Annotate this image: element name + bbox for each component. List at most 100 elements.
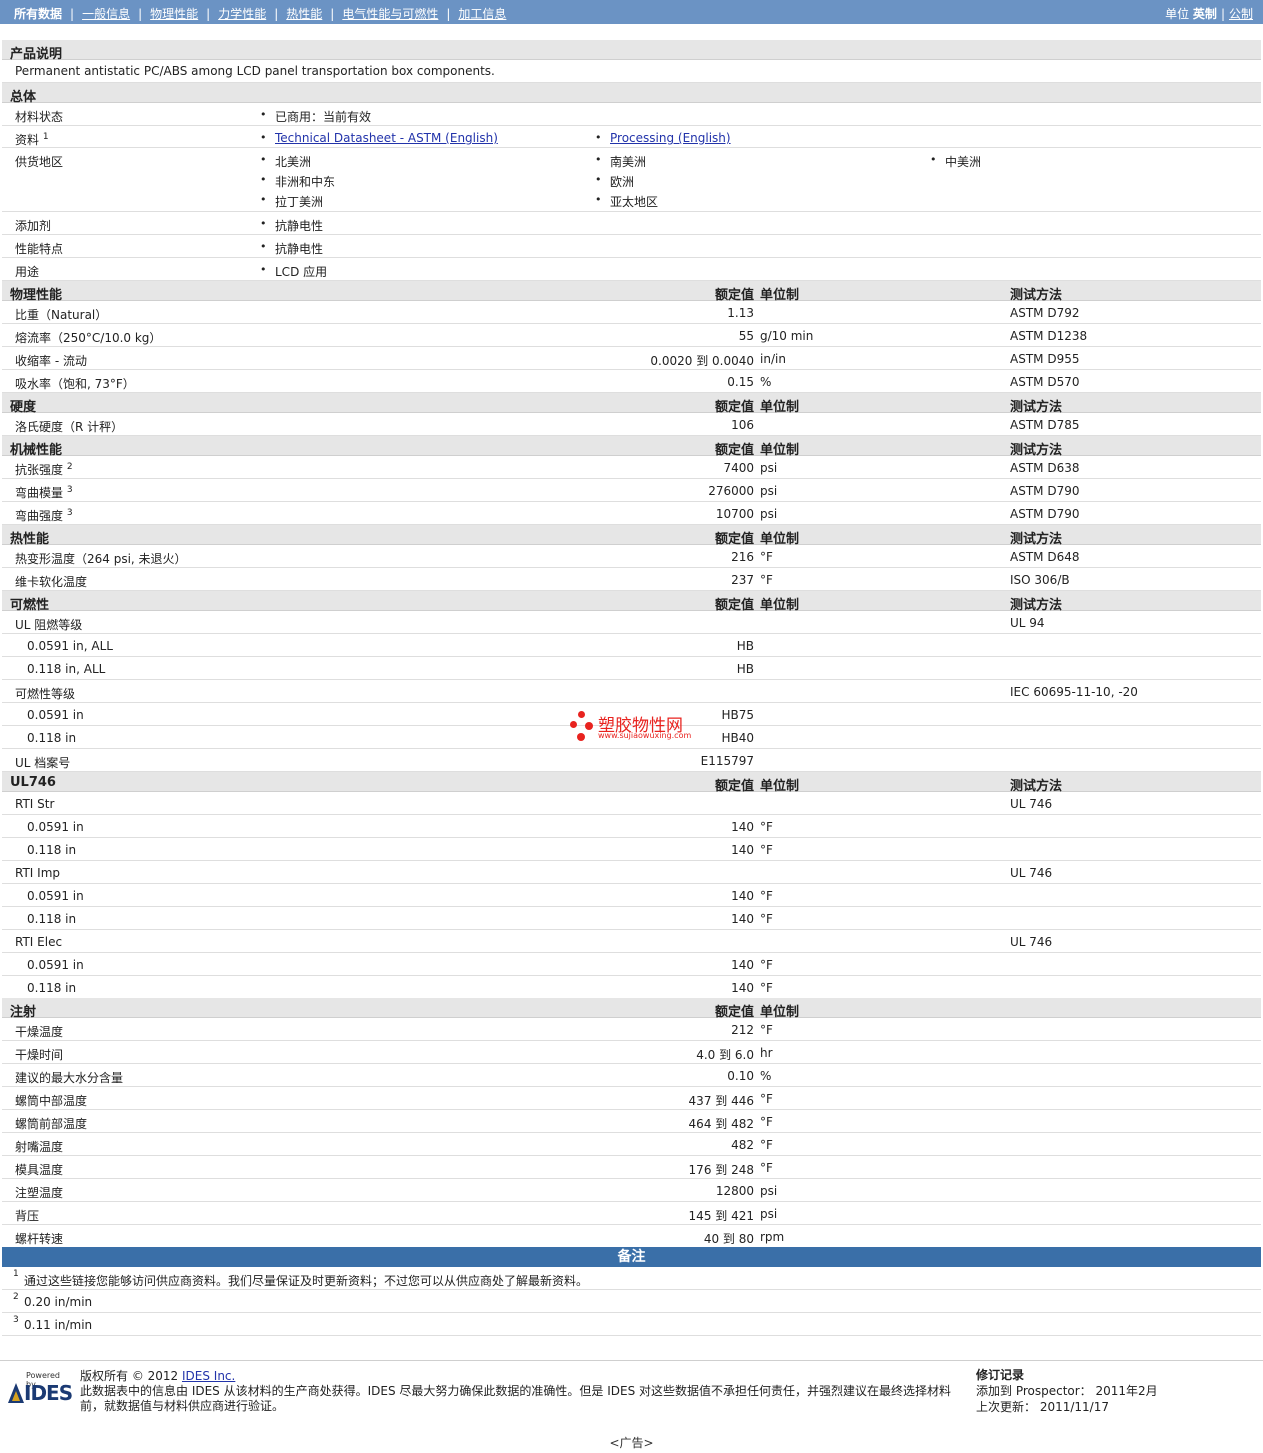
general-row-additive: 添加剂 抗静电性: [2, 212, 1261, 235]
doc-link-processing[interactable]: Processing (English): [595, 131, 731, 145]
note-number: 1: [13, 1269, 19, 1279]
property-row: RTI Str UL 746: [2, 792, 1261, 815]
tab-general-info[interactable]: 一般信息: [82, 7, 130, 21]
property-row: 弯曲模量 3 276000 psi ASTM D790: [2, 479, 1261, 502]
property-unit: psi: [760, 1207, 778, 1221]
property-label: 吸水率（饱和, 73°F）: [15, 377, 135, 391]
property-row: 比重（Natural） 1.13 ASTM D792: [2, 301, 1261, 324]
tab-processing[interactable]: 加工信息: [458, 7, 506, 21]
general-row-status: 材料状态 已商用：当前有效: [2, 103, 1261, 126]
row-label: 材料状态: [15, 110, 64, 124]
property-row: 0.118 in, ALL HB: [2, 657, 1261, 680]
region-item: 拉丁美洲: [260, 193, 323, 210]
region-item: 南美洲: [595, 153, 646, 170]
top-nav-bar: 所有数据 | 一般信息 | 物理性能 | 力学性能 | 热性能 | 电气性能与可燃性 | 加工信息 单位…: [0, 0, 1263, 24]
property-unit: °F: [760, 1161, 773, 1175]
additive-value: 抗静电性: [260, 217, 323, 234]
property-unit: in/in: [760, 352, 786, 366]
property-test-method: ASTM D955: [1010, 352, 1080, 366]
property-label: RTI Str: [15, 797, 55, 811]
property-value: 176 到 248: [688, 1163, 754, 1177]
tab-electrical[interactable]: 电气性能与可燃性: [342, 7, 438, 21]
product-description-row: Permanent antistatic PC/ABS among LCD pa…: [2, 60, 1261, 83]
property-value: 140: [731, 912, 754, 926]
property-label: 收缩率 - 流动: [15, 354, 87, 368]
property-label: 0.0591 in: [27, 889, 84, 903]
ad-placeholder: <广告>: [609, 1436, 654, 1450]
note-number: 2: [13, 1292, 19, 1302]
property-label: 0.0591 in, ALL: [27, 639, 113, 653]
property-row: 0.0591 in 140 °F: [2, 953, 1261, 976]
property-value: 12800: [715, 1184, 754, 1198]
note-item: 3 0.11 in/min: [2, 1313, 1261, 1336]
tab-thermal[interactable]: 热性能: [286, 7, 322, 21]
property-row: 螺筒前部温度 464 到 482 °F: [2, 1110, 1261, 1133]
company-link[interactable]: IDES Inc.: [182, 1369, 235, 1383]
property-value: 437 到 446: [688, 1094, 754, 1108]
units-label: 单位: [1165, 7, 1190, 21]
property-label: 0.118 in: [27, 843, 77, 857]
property-label: 比重（Natural）: [15, 308, 108, 322]
property-label: 0.118 in, ALL: [27, 662, 106, 676]
property-label: 背压: [15, 1209, 40, 1223]
notes-header: 备注: [2, 1247, 1261, 1267]
watermark-dot: [578, 711, 585, 718]
property-unit: °F: [760, 573, 773, 587]
property-label: 螺筒前部温度: [15, 1117, 88, 1131]
unit-metric-link[interactable]: 公制: [1229, 7, 1253, 21]
property-label: RTI Imp: [15, 866, 60, 880]
property-label: 螺筒中部温度: [15, 1094, 88, 1108]
property-row: 洛氏硬度（R 计秤） 106 ASTM D785: [2, 413, 1261, 436]
property-value: 0.10: [727, 1069, 754, 1083]
property-value: HB40: [721, 731, 754, 745]
property-test-method: UL 746: [1010, 935, 1053, 949]
property-row: 0.118 in 140 °F: [2, 976, 1261, 999]
property-row: 可燃性等级 IEC 60695-11-10, -20: [2, 680, 1261, 703]
property-value: 55: [738, 329, 754, 343]
revision-added: 添加到 Prospector： 2011年2月: [976, 1384, 1158, 1398]
section-header-injection: 注射 额定值 单位制: [2, 998, 1261, 1020]
property-value: 140: [731, 981, 754, 995]
row-label: 用途: [15, 265, 40, 279]
property-unit: %: [760, 1069, 772, 1083]
property-row: 吸水率（饱和, 73°F） 0.15% ASTM D570: [2, 370, 1261, 393]
property-row: 0.0591 in 140 °F: [2, 815, 1261, 838]
property-row: UL 档案号 E115797: [2, 749, 1261, 772]
revision-title: 修订记录: [976, 1368, 1025, 1382]
site-watermark: 塑胶物性网 www.sujiaowuxing.com: [568, 709, 708, 745]
tab-mechanical[interactable]: 力学性能: [218, 7, 266, 21]
doc-link-datasheet[interactable]: Technical Datasheet - ASTM (English): [260, 131, 498, 145]
copyright-block: 版权所有 © 2012 IDES Inc. 此数据表中的信息由 IDES 从该材…: [80, 1369, 960, 1414]
property-value: 276000: [708, 484, 754, 498]
property-row: 干燥时间 4.0 到 6.0 hr: [2, 1041, 1261, 1064]
watermark-url: www.sujiaowuxing.com: [598, 731, 692, 740]
property-row: UL 阻燃等级 UL 94: [2, 611, 1261, 634]
property-label: 弯曲强度 3: [15, 508, 73, 523]
property-row: 收缩率 - 流动 0.0020 到 0.0040 in/in ASTM D955: [2, 347, 1261, 370]
note-item: 1 通过这些链接您能够访问供应商资料。我们尽量保证及时更新资料；不过您可以从供应商…: [2, 1267, 1261, 1290]
property-unit: psi: [760, 1184, 778, 1198]
property-test-method: ASTM D638: [1010, 461, 1080, 475]
property-unit: hr: [760, 1046, 773, 1060]
property-label: RTI Elec: [15, 935, 63, 949]
property-label: 弯曲模量 3: [15, 485, 73, 500]
property-unit: °F: [760, 820, 773, 834]
disclaimer-text: 此数据表中的信息由 IDES 从该材料的生产商处获得。IDES 尽最大努力确保此…: [80, 1384, 952, 1413]
property-value: HB: [736, 662, 754, 676]
row-label: 添加剂: [15, 219, 52, 233]
section-tabs: 所有数据 | 一般信息 | 物理性能 | 力学性能 | 热性能 | 电气性能与可燃性 | 加工信息: [14, 7, 507, 21]
property-row: RTI Elec UL 746: [2, 930, 1261, 953]
property-row: 背压 145 到 421 psi: [2, 1202, 1261, 1225]
region-item: 亚太地区: [595, 193, 658, 210]
tab-all-data[interactable]: 所有数据: [14, 7, 62, 21]
property-label: UL 档案号: [15, 756, 71, 770]
property-value: 1.13: [727, 306, 754, 320]
revision-updated: 上次更新： 2011/11/17: [976, 1400, 1109, 1414]
footer: Powered by IDES 版权所有 © 2012 IDES Inc. 此数…: [0, 1360, 1263, 1421]
property-test-method: UL 746: [1010, 866, 1053, 880]
property-unit: °F: [760, 958, 773, 972]
tab-physical[interactable]: 物理性能: [150, 7, 198, 21]
region-item: 欧洲: [595, 173, 634, 190]
property-label: 干燥时间: [15, 1048, 64, 1062]
property-label: 注塑温度: [15, 1186, 64, 1200]
